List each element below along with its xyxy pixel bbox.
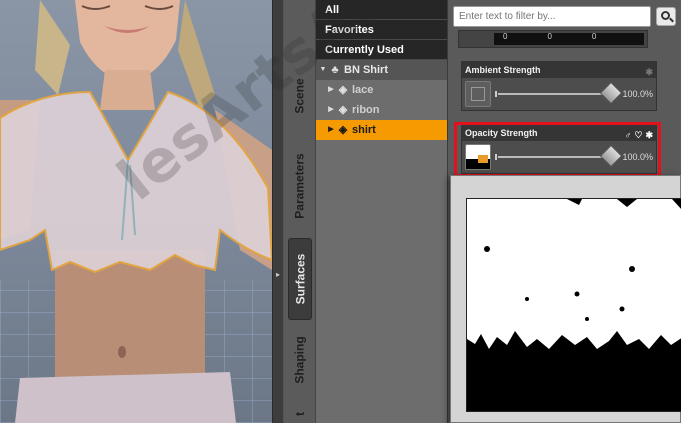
surface-tree: All Favorites Currently Used ▼ ♣ BN Shir… xyxy=(316,0,448,423)
material-icon: ◈ xyxy=(338,104,348,116)
material-icon: ◈ xyxy=(338,124,348,136)
previous-property-strip: 000 xyxy=(458,30,648,48)
property-value[interactable]: 100.0% xyxy=(622,89,653,99)
panel-splitter[interactable]: ▸ xyxy=(272,0,284,423)
tab-label: Surfaces xyxy=(293,253,308,305)
opacity-map-preview-popup xyxy=(450,175,681,423)
strip-value: 0 xyxy=(591,32,637,41)
tab-shaping[interactable]: Shaping xyxy=(288,322,312,398)
node-label: BN Shirt xyxy=(344,64,388,76)
tree-node-shirt[interactable]: ▶ ◈ shirt xyxy=(316,120,447,140)
node-label: lace xyxy=(352,84,374,96)
property-title: Ambient Strength xyxy=(465,65,541,75)
texture-swatch-button[interactable] xyxy=(465,81,491,107)
opacity-map-image xyxy=(466,198,681,412)
ambient-slider[interactable] xyxy=(495,91,614,97)
strip-value: 0 xyxy=(503,32,548,41)
figure-render xyxy=(0,0,272,423)
tree-node-bn-shirt[interactable]: ▼ ♣ BN Shirt xyxy=(316,60,447,80)
category-currently-used[interactable]: Currently Used xyxy=(316,40,447,60)
material-icon: ◈ xyxy=(338,84,348,96)
figure-icon: ♣ xyxy=(331,64,339,76)
node-label: shirt xyxy=(352,124,376,136)
tab-label: Parameters xyxy=(293,153,308,219)
expanded-triangle-icon[interactable]: ▼ xyxy=(318,60,328,80)
tab-surfaces[interactable]: Surfaces xyxy=(288,238,312,320)
collapsed-triangle-icon[interactable]: ▶ xyxy=(326,100,336,120)
tree-node-lace[interactable]: ▶ ◈ lace xyxy=(316,80,447,100)
tab-label: Scene xyxy=(293,78,308,114)
collapsed-triangle-icon[interactable]: ▶ xyxy=(326,80,336,100)
annotation-highlight-box xyxy=(454,122,661,177)
category-all[interactable]: All xyxy=(316,0,447,20)
category-favorites[interactable]: Favorites xyxy=(316,20,447,40)
tab-scene[interactable]: Scene xyxy=(288,62,312,130)
tree-node-ribon[interactable]: ▶ ◈ ribon xyxy=(316,100,447,120)
daz-studio-window: ▸ Scene Parameters Surfaces Shaping t Al… xyxy=(0,0,681,423)
node-label: ribon xyxy=(352,104,380,116)
filter-input[interactable] xyxy=(453,6,651,27)
strip-value: 0 xyxy=(547,32,592,41)
viewport[interactable] xyxy=(0,0,272,423)
tab-parameters[interactable]: Parameters xyxy=(288,140,312,232)
collapsed-triangle-icon[interactable]: ▶ xyxy=(326,120,336,140)
tab-partial[interactable]: t xyxy=(288,404,312,423)
search-button[interactable] xyxy=(656,7,676,26)
tab-label: Shaping xyxy=(293,336,307,384)
tab-label: t xyxy=(293,411,307,416)
splitter-arrow-icon[interactable]: ▸ xyxy=(276,270,280,279)
ambient-strength-property: Ambient Strength ✱ 100.0% xyxy=(461,61,657,111)
slider-knob[interactable] xyxy=(599,81,623,105)
side-tab-bar: Scene Parameters Surfaces Shaping t xyxy=(284,0,316,423)
